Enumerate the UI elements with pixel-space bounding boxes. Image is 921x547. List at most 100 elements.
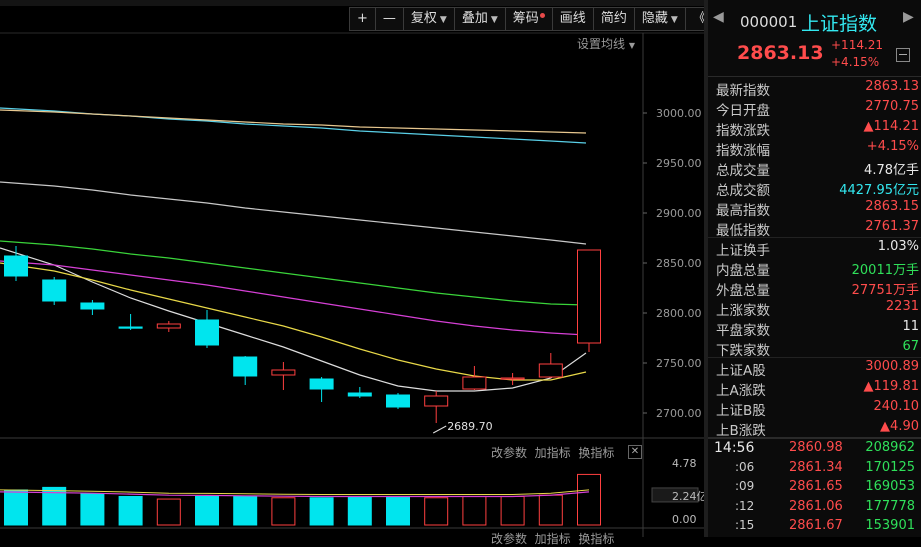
candle-body (577, 249, 601, 344)
add-indicator-button[interactable]: 加指标 (535, 532, 571, 546)
edit-params-button[interactable]: 改参数 (491, 532, 527, 546)
candle-body (347, 392, 372, 397)
tick-volume: 169053 (865, 479, 915, 494)
candle-body (424, 395, 449, 407)
volume-bar (195, 495, 219, 526)
quote-row-value: 20011万手 (851, 263, 919, 278)
volume-bar (309, 497, 334, 526)
quote-row: 上证B股 240.10 (708, 398, 921, 419)
tick-price: 2861.06 (789, 498, 843, 514)
volume-bar (156, 498, 181, 526)
quote-row: 指数涨跌 ▲114.21 (708, 118, 921, 139)
quote-row: 下跌家数 67 (708, 338, 921, 359)
zoom-in-button[interactable]: + (349, 7, 376, 31)
quote-row: 上A涨跌 ▲119.81 (708, 378, 921, 399)
candle-body (233, 356, 258, 377)
quote-row: 今日开盘 2770.75 (708, 98, 921, 119)
candle-body (80, 302, 105, 310)
quote-row: 最低指数 2761.37 (708, 218, 921, 239)
chouma-button[interactable]: 筹码 (504, 7, 553, 31)
tick-price: 2861.34 (789, 459, 843, 475)
volume-bar (424, 497, 449, 526)
notify-dot-icon (539, 13, 545, 18)
quote-row-value: 3000.89 (865, 359, 919, 374)
volume-axis-label: 2.24亿 (672, 490, 706, 503)
tick-price: 2860.98 (789, 440, 843, 455)
quote-row-label: 平盘家数 (716, 323, 770, 339)
yincang-button[interactable]: 隐藏 ▼ (633, 7, 686, 31)
chevron-down-icon: ▼ (490, 15, 498, 25)
quote-row-value: 2863.15 (865, 199, 919, 214)
zoom-out-button[interactable]: — (374, 7, 404, 31)
price-axis-label: 2850.00 (656, 257, 702, 270)
volume-indicator-header: 改参数 加指标 换指标 (491, 444, 614, 461)
price-axis-label: 3000.00 (656, 107, 702, 120)
quote-row-value: 2231 (885, 299, 919, 314)
stock-code: 000001 (740, 13, 798, 31)
price-change-pct: +4.15% (831, 55, 880, 69)
price-axis-label: 2900.00 (656, 207, 702, 220)
volume-bar (4, 489, 28, 526)
diejia-button[interactable]: 叠加 ▼ (453, 7, 506, 31)
quote-row-label: 上涨家数 (716, 303, 770, 319)
quote-row-value: 240.10 (873, 399, 920, 414)
set-ma-label: 设置均线 (577, 37, 626, 51)
chevron-down-icon: ▼ (439, 15, 447, 25)
current-price: 2863.13 (737, 42, 824, 64)
candle-body (195, 319, 219, 346)
candle-body (271, 369, 296, 376)
volume-bar (233, 495, 258, 526)
top-menu-bar[interactable] (0, 0, 706, 6)
divider (708, 437, 921, 439)
switch-indicator-button[interactable]: 换指标 (578, 446, 614, 460)
volume-bar (118, 495, 143, 526)
set-ma-link[interactable]: 设置均线 ▼ (577, 35, 635, 52)
quote-row-label: 上A涨跌 (716, 383, 766, 399)
candle-body (156, 323, 181, 329)
fuquan-button[interactable]: 复权 ▼ (402, 7, 455, 31)
moving-average-line-4 (0, 181, 587, 245)
low-annotation-arrow (432, 425, 447, 434)
quote-row-label: 指数涨跌 (716, 123, 770, 139)
quote-row-value: 1.03% (877, 239, 919, 254)
jianyue-button[interactable]: 简约 (592, 7, 635, 31)
switch-indicator-button[interactable]: 换指标 (578, 532, 614, 546)
tick-price: 2861.65 (789, 479, 843, 494)
quote-row-value: 27751万手 (851, 283, 919, 298)
quote-row-value: ▲4.90 (880, 419, 919, 434)
chevron-down-icon: ▼ (628, 41, 635, 50)
volume-bar (577, 473, 601, 526)
next-stock-icon[interactable]: ▶ (903, 9, 914, 25)
close-icon[interactable]: ✕ (628, 445, 642, 459)
huaxian-button[interactable]: 画线 (551, 7, 594, 31)
quote-row-label: 外盘总量 (716, 283, 770, 299)
moving-average-line-3 (0, 240, 587, 306)
volume-bar (538, 494, 563, 526)
quote-row: 平盘家数 11 (708, 318, 921, 339)
expand-icon[interactable] (896, 48, 910, 62)
quote-row-value: ▲119.81 (863, 379, 920, 394)
quote-row-label: 最新指数 (716, 83, 770, 99)
quote-row: 上B涨跌 ▲4.90 (708, 418, 921, 439)
quote-row-value: 2863.13 (865, 79, 919, 94)
tick-time: :15 (735, 518, 755, 532)
quote-row-label: 今日开盘 (716, 103, 770, 119)
tick-volume: 208962 (865, 440, 915, 455)
tick-volume: 170125 (865, 459, 915, 475)
quote-row-label: 最低指数 (716, 223, 770, 239)
quote-row: 上涨家数 2231 (708, 298, 921, 319)
quote-row-label: 总成交量 (716, 163, 770, 179)
chouma-label: 筹码 (512, 11, 539, 26)
quote-row-value: 67 (902, 339, 919, 354)
price-axis-label: 2700.00 (656, 407, 702, 420)
edit-params-button[interactable]: 改参数 (491, 446, 527, 460)
prev-stock-icon[interactable]: ◀ (713, 9, 724, 25)
quote-row: 外盘总量 27751万手 (708, 278, 921, 299)
quote-row: 上证换手 1.03% (708, 238, 921, 259)
quote-row-label: 上证B股 (716, 403, 766, 419)
price-axis-label: 2950.00 (656, 157, 702, 170)
quote-row-label: 上B涨跌 (716, 423, 766, 439)
add-indicator-button[interactable]: 加指标 (535, 446, 571, 460)
quote-row: 上证A股 3000.89 (708, 358, 921, 379)
quote-row-value: 2761.37 (865, 219, 919, 234)
